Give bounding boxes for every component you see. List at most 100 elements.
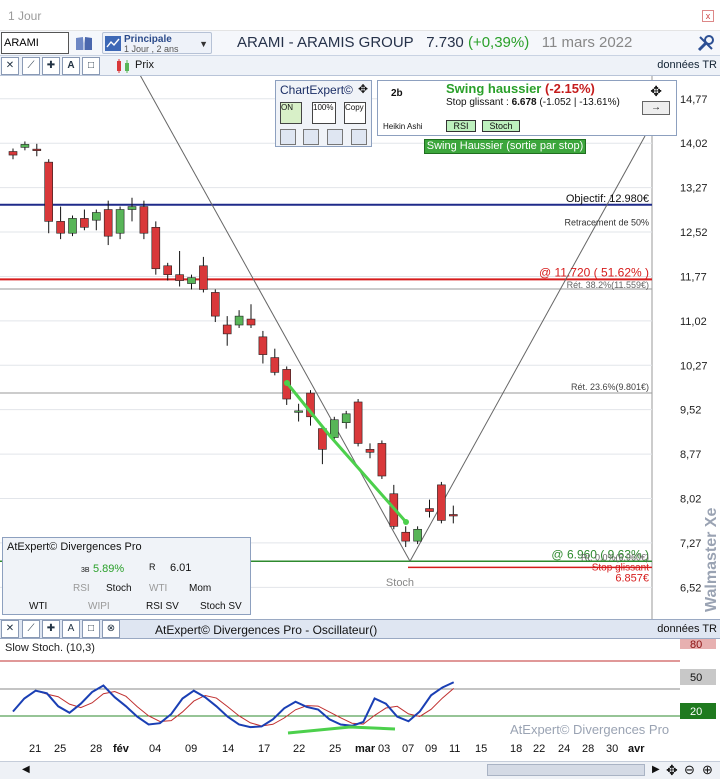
close-icon[interactable]: ⊗: [102, 620, 120, 638]
period-chart-icon: [105, 36, 121, 51]
atexpert-panel[interactable]: AtExpert© Divergences Pro 5.89% 6.01 R 3…: [2, 537, 251, 615]
tools-icon[interactable]: ✕: [1, 620, 19, 638]
chartexpert-panel[interactable]: ChartExpert© ✥ ON 100% Copy: [275, 80, 372, 147]
palette-icon[interactable]: [327, 129, 343, 145]
atexpert-wti[interactable]: WTI: [149, 583, 167, 594]
date-tick-label: 21: [29, 743, 42, 755]
scroll-left-icon[interactable]: ◀: [22, 764, 30, 775]
stop-value: 6.678: [511, 97, 537, 108]
date-tick-label: 15: [475, 743, 488, 755]
data-source-label: données TR: [657, 59, 717, 71]
date-tick-label: 30: [606, 743, 619, 755]
candle: [68, 218, 77, 234]
candle: [127, 206, 137, 210]
stoch-button[interactable]: Stoch: [482, 120, 520, 132]
chevron-down-icon: ▼: [199, 39, 208, 49]
candle: [270, 357, 280, 373]
atexpert-wti2[interactable]: WTI: [29, 601, 47, 612]
arrow-icon[interactable]: →: [642, 101, 670, 115]
atexpert-val2: 6.01: [170, 562, 192, 574]
pan-icon[interactable]: ✥: [650, 83, 662, 100]
osc-divergence-line: [287, 725, 396, 735]
date-tick-label: mar: [355, 743, 376, 755]
oscillator-label: Slow Stoch. (10,3): [5, 642, 95, 654]
candle: [103, 209, 113, 237]
atexpert-stochsv[interactable]: Stoch SV: [200, 601, 242, 612]
divergence-dot: [403, 519, 409, 525]
scroll-right-icon[interactable]: ▶: [652, 764, 660, 775]
y-tick-label: 13,27: [680, 183, 708, 195]
period-selector[interactable]: Principale 1 Jour , 2 ans ▼: [102, 32, 212, 54]
tools-icon[interactable]: [696, 33, 716, 53]
date-tick-label: 03: [378, 743, 391, 755]
atexpert-rsisv[interactable]: RSI SV: [146, 601, 179, 612]
close-icon[interactable]: x: [702, 10, 714, 22]
price-label[interactable]: Prix: [135, 59, 154, 71]
date-tick-label: 28: [90, 743, 103, 755]
swing-title-text: Swing haussier: [446, 81, 542, 96]
candle-icon[interactable]: [114, 58, 132, 74]
atexpert-title: AtExpert© Divergences Pro: [7, 541, 142, 553]
atexpert-rsi[interactable]: RSI: [73, 583, 90, 594]
zoom-in-icon[interactable]: ⊕: [702, 762, 713, 778]
stock-name: ARAMI - ARAMIS GROUP: [237, 34, 414, 51]
crosshair-icon[interactable]: ✚: [42, 57, 60, 75]
y-tick-label: 14,02: [680, 138, 708, 150]
date-tick-label: 09: [185, 743, 198, 755]
heikin-label: Heikin Ashi: [383, 122, 423, 131]
candle: [163, 265, 172, 275]
pen-icon[interactable]: [303, 129, 319, 145]
candle: [413, 528, 422, 542]
tools-icon[interactable]: ✕: [1, 57, 19, 75]
y-tick-label: 6,52: [680, 582, 701, 594]
candle: [20, 144, 30, 148]
draw-line-icon[interactable]: ⟋: [22, 57, 40, 75]
window-titlebar: 1 Jour x: [0, 0, 720, 31]
date-tick-label: 09: [425, 743, 438, 755]
frame-icon[interactable]: □: [82, 620, 100, 638]
candle: [234, 315, 244, 326]
candle: [329, 419, 339, 438]
swing-panel[interactable]: 2b Heikin Ashi Swing haussier (-2.15%) S…: [377, 80, 677, 136]
candle: [44, 161, 54, 222]
ap-icon[interactable]: A: [62, 620, 80, 638]
crosshair-icon[interactable]: ✚: [42, 620, 60, 638]
tool-icon[interactable]: [280, 129, 296, 145]
atexpert-stoch[interactable]: Stoch: [106, 583, 132, 594]
zoom-icon[interactable]: ⊖: [684, 762, 695, 778]
candle: [92, 212, 101, 221]
oscillator-data-label: données TR: [657, 623, 717, 635]
oscillator-chart[interactable]: Slow Stoch. (10,3) AtExpert© Divergences…: [0, 639, 720, 739]
atexpert-mom[interactable]: Mom: [189, 583, 211, 594]
date-tick-label: 25: [54, 743, 67, 755]
ap-icon[interactable]: A: [62, 57, 80, 75]
chartexpert-pct-button[interactable]: 100%: [312, 102, 336, 124]
chartexpert-title: ChartExpert©: [280, 83, 353, 97]
style-icon[interactable]: [351, 129, 367, 145]
chartexpert-copy-button[interactable]: Copy: [344, 102, 366, 124]
candle: [294, 410, 303, 413]
candle: [365, 449, 375, 453]
atexpert-wipi[interactable]: WIPI: [88, 601, 110, 612]
candle: [115, 209, 125, 234]
date-tick-label: 11: [449, 743, 461, 755]
time-scrollbar[interactable]: ◀ ▶ ✥ ⊖ ⊕: [0, 761, 720, 779]
pan-icon[interactable]: ✥: [666, 762, 678, 779]
swing-badge: Swing Haussier (sortie par stop): [424, 139, 586, 154]
book-icon[interactable]: [74, 35, 94, 52]
move-icon[interactable]: ✥: [358, 82, 368, 96]
y-tick-label: 11,77: [680, 271, 707, 283]
draw-line-icon[interactable]: ⟋: [22, 620, 40, 638]
rsi-button[interactable]: RSI: [446, 120, 476, 132]
symbol-input[interactable]: [1, 32, 69, 54]
scroll-thumb[interactable]: [487, 764, 645, 776]
candle: [258, 336, 268, 355]
y-tick-label: 8,77: [680, 449, 701, 461]
date-tick-label: 07: [402, 743, 415, 755]
y-tick-label: 11,02: [680, 316, 707, 328]
stop-change: (-1.052 | -13.61%): [539, 97, 620, 108]
level-50: 50: [690, 672, 702, 684]
chartexpert-on-button[interactable]: ON: [280, 102, 302, 124]
candle: [211, 292, 220, 317]
frame-icon[interactable]: □: [82, 57, 100, 75]
